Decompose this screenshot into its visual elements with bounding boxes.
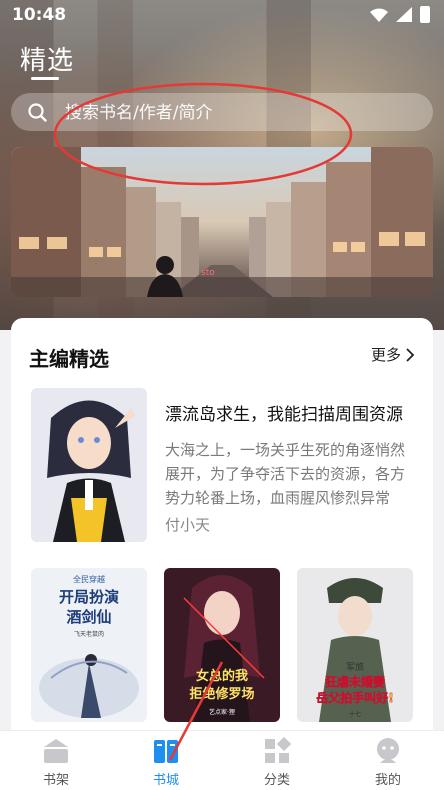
status-time: 10:48 xyxy=(12,5,67,25)
bookshelf-icon xyxy=(44,739,68,763)
wifi-icon xyxy=(370,8,388,22)
bookstore-icon xyxy=(154,740,178,763)
cover-author: 飞天老鼠肉 xyxy=(74,630,104,638)
nav-label: 书架 xyxy=(42,773,69,788)
battery-icon xyxy=(420,6,430,23)
cover-author: 十七 xyxy=(349,710,361,718)
search-bar[interactable] xyxy=(11,93,433,133)
book-cover[interactable]: 女总的我 拒绝修罗场 艺点家·狸 xyxy=(164,568,280,722)
nav-item-bookstore[interactable]: 书城 xyxy=(126,737,206,788)
featured-book-title[interactable]: 漂流岛求生，我能扫描周围资源 xyxy=(165,400,410,425)
cover-author: 艺点家·狸 xyxy=(209,708,235,716)
more-link[interactable]: 更多 xyxy=(371,344,415,365)
profile-icon xyxy=(377,738,399,763)
cover-title-line2: 酒剑仙 xyxy=(66,608,111,626)
cover-title-line2: 拒绝修罗场 xyxy=(189,686,254,702)
nav-item-bookshelf[interactable]: 书架 xyxy=(16,737,96,788)
featured-book-cover[interactable] xyxy=(31,388,147,542)
banner-watermark: sto xyxy=(201,268,215,278)
signal-icon xyxy=(396,7,412,22)
search-input[interactable] xyxy=(63,93,407,133)
nav-item-category[interactable]: 分类 xyxy=(237,737,317,788)
cover-subtext: 全民穿越 xyxy=(73,574,105,584)
search-icon xyxy=(28,103,47,122)
cover-subtext: 军旅 xyxy=(346,661,364,673)
editor-picks-card: 主编精选 更多 漂流岛求生，我能扫描周围资源 大海之上，一场关乎生死的角逐悄然展… xyxy=(11,318,433,738)
status-bar: 10:48 xyxy=(0,0,444,30)
bottom-navigation: 书架 书城 分类 我的 xyxy=(0,730,444,790)
nav-label: 我的 xyxy=(374,773,401,788)
book-cover[interactable]: 军旅 狂虐未婚妻 岳父拍手叫好! 十七 xyxy=(297,568,413,722)
banner-image[interactable]: sto xyxy=(11,147,433,297)
book-cover[interactable]: 全民穿越 开局扮演 酒剑仙 飞天老鼠肉 xyxy=(31,568,147,722)
cover-title-line1: 女总的我 xyxy=(196,668,248,684)
cover-title-line1: 狂虐未婚妻 xyxy=(325,674,385,689)
more-label: 更多 xyxy=(370,346,401,364)
section-title: 主编精选 xyxy=(29,347,109,371)
chevron-right-icon xyxy=(406,347,415,362)
nav-label: 分类 xyxy=(263,773,290,788)
cover-title-line1: 开局扮演 xyxy=(59,588,119,606)
nav-item-profile[interactable]: 我的 xyxy=(348,737,428,788)
featured-book-description: 大海之上，一场关乎生死的角逐悄然展开，为了争夺活下去的资源，各方势力轮番上场，血… xyxy=(165,441,406,507)
cover-title-line2: 岳父拍手叫好! xyxy=(316,690,393,705)
page-title[interactable]: 精选 xyxy=(20,40,74,77)
featured-book-author: 付小天 xyxy=(165,516,211,534)
nav-label: 书城 xyxy=(152,773,179,788)
category-icon xyxy=(265,737,291,763)
title-underline xyxy=(31,77,59,80)
